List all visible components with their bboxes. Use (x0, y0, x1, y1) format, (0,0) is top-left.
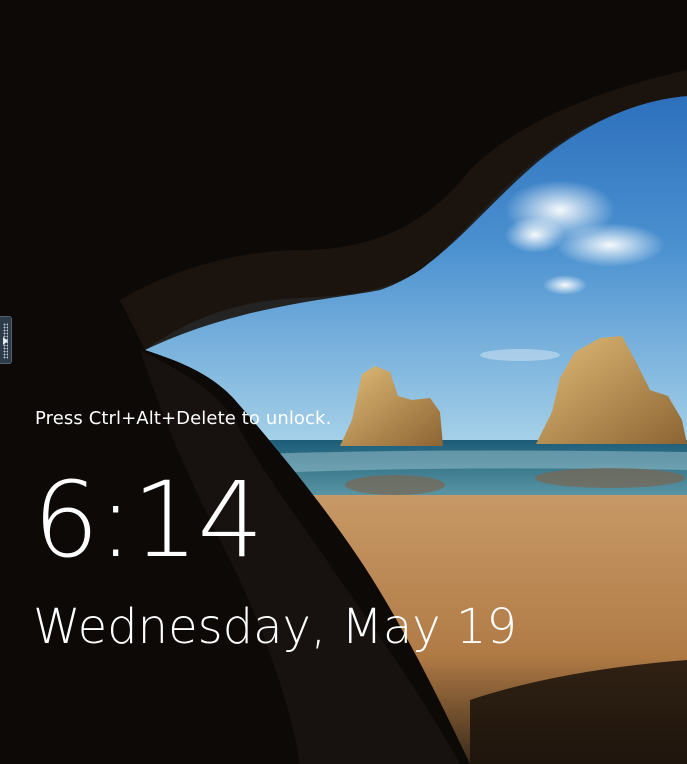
chevron-right-icon (3, 337, 8, 345)
clock-date: Wednesday, May 19 (33, 599, 517, 655)
unlock-hint: Press Ctrl+Alt+Delete to unlock. (35, 408, 332, 429)
lock-screen[interactable]: Press Ctrl+Alt+Delete to unlock. 6:14 We… (0, 0, 687, 764)
clock-time: 6:14 (33, 459, 264, 581)
side-panel-handle[interactable] (0, 316, 12, 364)
